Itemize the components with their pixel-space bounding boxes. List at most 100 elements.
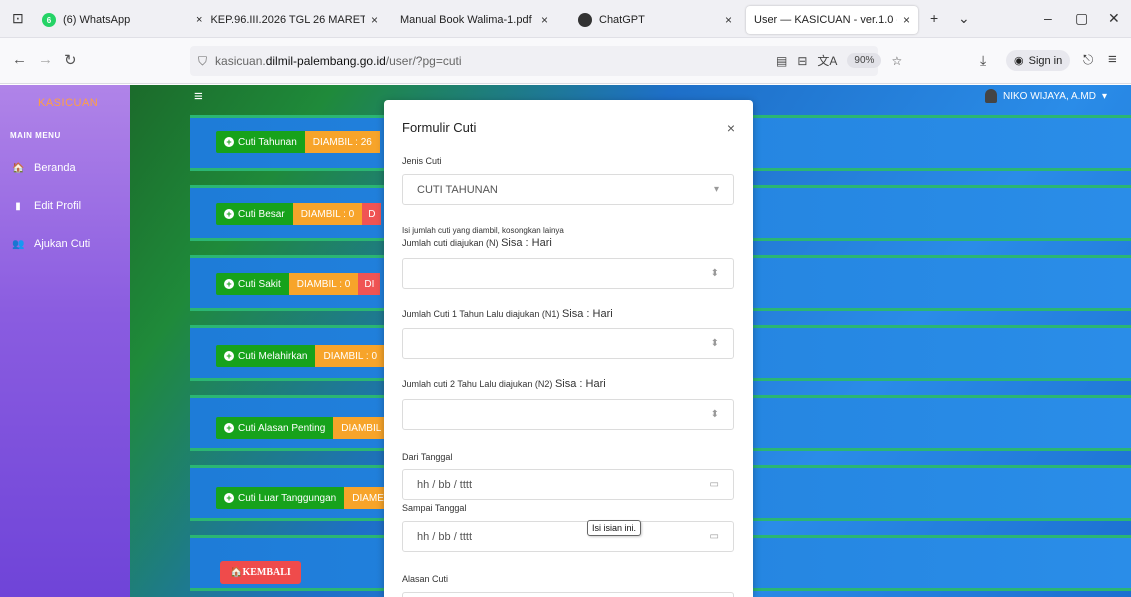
tab-chatgpt[interactable]: ChatGPT × — [570, 6, 740, 34]
account-icon: ◉ — [1014, 55, 1024, 67]
add-cuti-alasan-penting-button[interactable]: + Cuti Alasan Penting — [216, 417, 334, 439]
label-text: Jumlah cuti 2 Tahu Lalu diajukan (N2) — [402, 379, 553, 389]
close-window-icon[interactable]: ✕ — [1108, 10, 1120, 27]
brand-logo[interactable]: KASICUAN — [0, 85, 130, 121]
help-text: Isi jumlah cuti yang diambil, kosongkan … — [402, 226, 564, 235]
avatar — [984, 89, 997, 103]
tab-close-icon[interactable]: × — [365, 13, 378, 27]
chatgpt-icon — [578, 13, 592, 27]
dari-tanggal-label: Dari Tanggal — [402, 452, 453, 462]
jenis-cuti-select[interactable]: CUTI TAHUNAN ▾ — [402, 174, 734, 205]
jumlah-n2-input[interactable]: ⬍ — [402, 399, 734, 430]
extensions-icon[interactable]: ⎋ — [1083, 52, 1093, 68]
profile-card-icon: ▮ — [15, 200, 21, 212]
sign-in-label: Sign in — [1028, 54, 1063, 67]
menu-toggle-icon[interactable]: ≡ — [194, 88, 203, 105]
jumlah-n1-input[interactable]: ⬍ — [402, 328, 734, 359]
close-icon[interactable]: × — [727, 120, 735, 136]
home-icon: 🏠 — [12, 162, 25, 174]
back-icon[interactable]: ← — [12, 51, 27, 68]
leave-row-tahunan: + Cuti Tahunan DIAMBIL : 26 — [216, 131, 380, 153]
spinner-icon[interactable]: ⬍ — [711, 268, 719, 279]
date-placeholder: hh / bb / tttt — [417, 478, 473, 491]
tab-whatsapp[interactable]: 6 (6) WhatsApp — [34, 6, 184, 34]
sidebar-item-edit-profil[interactable]: ▮ Edit Profil — [0, 188, 130, 224]
url-bar[interactable]: ⛉ kasicuan. dilmil-palembang.go.id/user/?… — [190, 46, 878, 76]
tab-label: User — KASICUAN - ver.1.0 - KAS — [754, 14, 897, 26]
taken-badge: DIAMBIL : 0 — [288, 273, 359, 295]
sidebar-item-label: Ajukan Cuti — [34, 238, 91, 250]
sampai-tanggal-input[interactable]: hh / bb / tttt ▭ — [402, 521, 734, 552]
add-cuti-melahirkan-button[interactable]: + Cuti Melahirkan — [216, 345, 316, 367]
menu-heading: MAIN MENU — [10, 131, 61, 140]
tab-manual-book[interactable]: Manual Book Walima-1.pdf × — [392, 6, 556, 34]
jenis-cuti-value: CUTI TAHUNAN — [417, 183, 498, 196]
tab-label: Manual Book Walima-1.pdf — [400, 14, 532, 26]
leave-form-modal: Formulir Cuti × Jenis Cuti CUTI TAHUNAN … — [384, 100, 753, 597]
spinner-icon[interactable]: ⬍ — [711, 409, 719, 420]
tab-label: (6) WhatsApp — [63, 14, 131, 26]
calendar-icon[interactable]: ▭ — [710, 479, 719, 490]
leave-row-melahirkan: + Cuti Melahirkan DIAMBIL : 0 — [216, 345, 386, 367]
minimize-icon[interactable]: – — [1044, 10, 1052, 26]
back-button-label: KEMBALI — [242, 567, 291, 578]
reader-view-icon[interactable]: ▤ — [776, 54, 787, 68]
forward-icon[interactable]: → — [38, 51, 53, 68]
shield-icon[interactable]: ⛉ — [198, 54, 207, 69]
app-menu-icon[interactable]: ≡ — [1108, 51, 1117, 68]
modal-title: Formulir Cuti — [402, 120, 477, 135]
add-cuti-tahunan-button[interactable]: + Cuti Tahunan — [216, 131, 305, 153]
url-host: dilmil-palembang.go.id — [265, 54, 386, 68]
translate-icon[interactable]: 文A — [817, 52, 837, 69]
tab-close-icon[interactable]: × — [719, 13, 732, 27]
jumlah-n-input[interactable]: ⬍ — [402, 258, 734, 289]
plus-circle-icon: + — [224, 493, 234, 503]
dari-tanggal-input[interactable]: hh / bb / tttt ▭ — [402, 469, 734, 500]
spinner-icon[interactable]: ⬍ — [711, 338, 719, 349]
user-menu[interactable]: NIKO WIJAYA, A.MD ▾ — [984, 89, 1107, 103]
sidebar-item-ajukan-cuti[interactable]: 👥 Ajukan Cuti — [0, 226, 130, 262]
plus-circle-icon: + — [224, 137, 234, 147]
jumlah-n1-label: Jumlah Cuti 1 Tahun Lalu diajukan (N1) S… — [402, 308, 613, 320]
chevron-down-icon: ▾ — [713, 184, 719, 195]
sisa-text: Sisa : Hari — [501, 237, 552, 249]
tab-close-icon[interactable]: × — [535, 13, 548, 27]
sign-in-button[interactable]: ◉ Sign in — [1006, 50, 1071, 71]
sidebar-item-beranda[interactable]: 🏠 Beranda — [0, 150, 130, 186]
plus-circle-icon: + — [224, 279, 234, 289]
browser-nav-bar: ← → ↻ ⛉ kasicuan. dilmil-palembang.go.id /… — [0, 38, 1131, 84]
back-button[interactable]: 🏠KEMBALI — [220, 561, 301, 584]
tab-close-icon[interactable]: × — [897, 13, 910, 27]
taken-badge: DIAMBIL : 0 — [315, 345, 386, 367]
bookmark-star-icon[interactable]: ☆ — [891, 54, 902, 68]
list-tabs-icon[interactable]: ⌄ — [958, 10, 970, 27]
users-icon: 👥 — [12, 238, 25, 250]
add-cuti-besar-button[interactable]: + Cuti Besar — [216, 203, 293, 225]
alasan-cuti-label: Alasan Cuti — [402, 574, 449, 584]
tab-kasicuan[interactable]: User — KASICUAN - ver.1.0 - KAS × — [746, 6, 918, 34]
plus-circle-icon: + — [224, 209, 234, 219]
tab-kep[interactable]: × KEP.96.III.2026 TGL 26 MARET 20 × — [188, 6, 386, 34]
restore-icon[interactable]: ▢ — [1075, 10, 1088, 27]
alasan-cuti-input[interactable] — [402, 592, 734, 597]
button-label: Cuti Sakit — [238, 278, 281, 290]
taken-badge: DIAMBIL — [333, 417, 390, 439]
pdf-icon[interactable]: ⊟ — [797, 54, 807, 68]
zoom-level[interactable]: 90% — [847, 53, 882, 68]
leave-row-sakit: + Cuti Sakit DIAMBIL : 0 DI — [216, 273, 381, 295]
whatsapp-icon: 6 — [42, 13, 56, 27]
leave-row-alasan-penting: + Cuti Alasan Penting DIAMBIL — [216, 417, 390, 439]
new-tab-icon[interactable]: + — [930, 10, 938, 26]
browser-tab-bar: ⊡ 6 (6) WhatsApp × KEP.96.III.2026 TGL 2… — [0, 0, 1131, 38]
reload-icon[interactable]: ↻ — [64, 51, 77, 69]
user-name: NIKO WIJAYA, A.MD — [1002, 90, 1096, 102]
add-cuti-sakit-button[interactable]: + Cuti Sakit — [216, 273, 289, 295]
download-icon[interactable]: ⤓ — [980, 52, 986, 69]
add-cuti-luar-tanggungan-button[interactable]: + Cuti Luar Tanggungan — [216, 487, 345, 509]
jumlah-n-label: Jumlah cuti diajukan (N) Sisa : Hari — [402, 237, 552, 249]
label-text: Jumlah Cuti 1 Tahun Lalu diajukan (N1) — [402, 309, 560, 319]
tab-overview-icon[interactable]: ⊡ — [12, 10, 24, 27]
tab-close-icon[interactable]: × — [196, 14, 202, 26]
plus-circle-icon: + — [224, 351, 234, 361]
calendar-icon[interactable]: ▭ — [710, 531, 719, 542]
